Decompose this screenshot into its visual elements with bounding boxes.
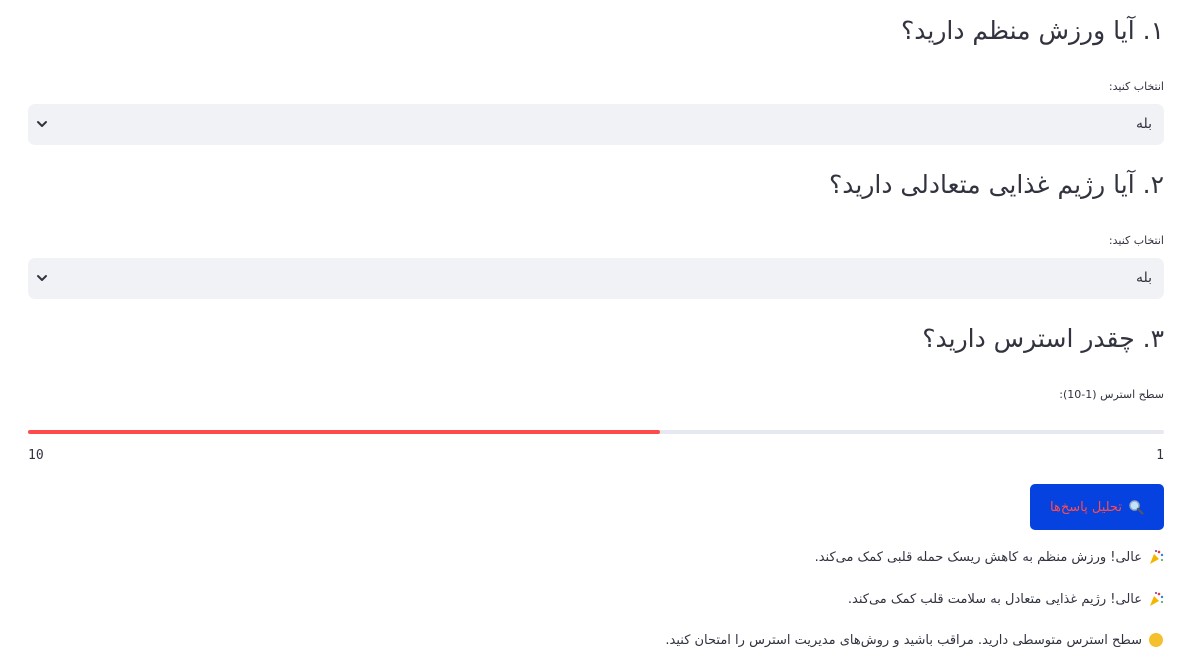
stress-slider-fill [28, 430, 660, 434]
result-stress-text: سطح استرس متوسطی دارید. مراقب باشید و رو… [665, 632, 1142, 648]
question-1-select[interactable]: بله [28, 104, 1164, 145]
question-1-heading: ۱. آیا ورزش منظم دارید؟ [900, 16, 1164, 45]
survey-page: ۱. آیا ورزش منظم دارید؟ انتخاب کنید: بله… [0, 0, 1185, 662]
question-3-heading: ۳. چقدر استرس دارید؟ [922, 324, 1164, 353]
result-stress: سطح استرس متوسطی دارید. مراقب باشید و رو… [665, 632, 1164, 648]
question-1-label: انتخاب کنید: [1108, 80, 1164, 93]
result-diet: عالی! رژیم غذایی متعادل به سلامت قلب کمک… [848, 591, 1164, 607]
question-2-heading: ۲. آیا رژیم غذایی متعادلی دارید؟ [828, 170, 1164, 199]
question-2-label: انتخاب کنید: [1108, 234, 1164, 247]
chevron-down-icon [37, 121, 47, 127]
analyze-button[interactable]: تحلیل پاسخ‌ها [1030, 484, 1164, 530]
slider-max-label: 10 [28, 448, 44, 463]
chevron-down-icon [37, 275, 47, 281]
stress-slider[interactable] [28, 430, 1164, 434]
question-1-select-value: بله [1135, 116, 1152, 132]
slider-min-label: 1 [1156, 448, 1164, 463]
party-popper-icon [1150, 550, 1164, 564]
party-popper-icon [1150, 592, 1164, 606]
stress-slider-label: سطح استرس (1-10): [1059, 388, 1164, 401]
question-2-select-value: بله [1135, 270, 1152, 286]
result-exercise-text: عالی! ورزش منظم به کاهش ریسک حمله قلبی ک… [814, 549, 1142, 565]
result-exercise: عالی! ورزش منظم به کاهش ریسک حمله قلبی ک… [815, 549, 1164, 565]
magnifier-icon [1129, 500, 1144, 515]
result-diet-text: عالی! رژیم غذایی متعادل به سلامت قلب کمک… [847, 591, 1142, 607]
analyze-button-label: تحلیل پاسخ‌ها [1050, 499, 1122, 515]
question-2-select[interactable]: بله [28, 258, 1164, 299]
yellow-circle-icon [1149, 633, 1163, 647]
